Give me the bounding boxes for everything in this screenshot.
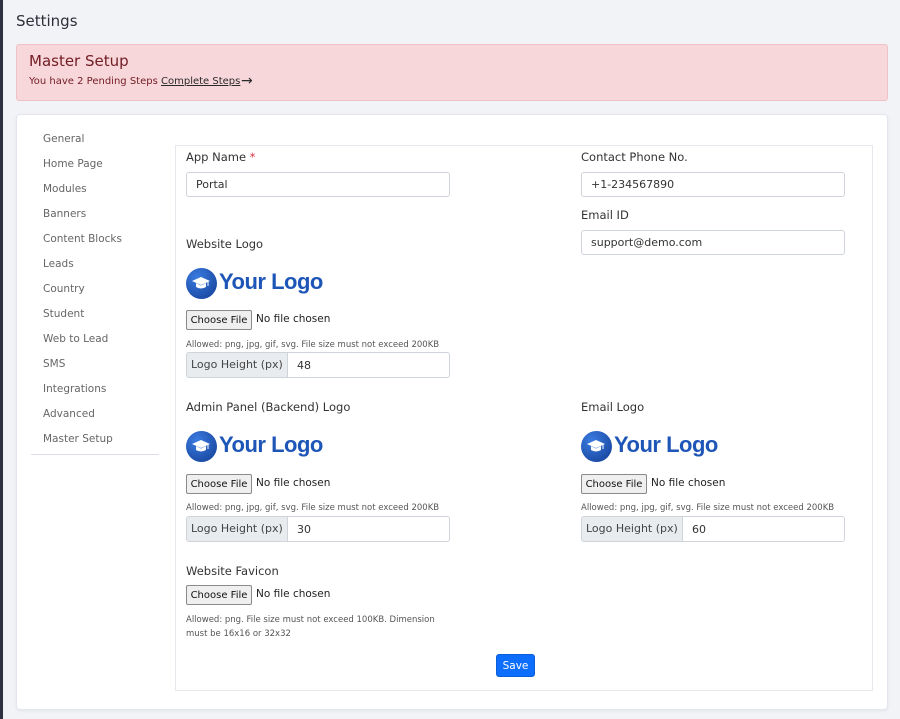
nav-item-home-page[interactable]: Home Page (31, 154, 159, 179)
required-mark: * (249, 150, 256, 164)
nav-item-leads[interactable]: Leads (31, 254, 159, 279)
file-status: No file chosen (651, 477, 726, 489)
alert-title: Master Setup (29, 52, 129, 70)
email-logo-height-input[interactable] (682, 516, 845, 542)
logo-height-addon: Logo Height (px) (186, 516, 287, 542)
favicon-help-line-1: Allowed: png. File size must not exceed … (186, 615, 435, 625)
graduation-cap-icon (186, 268, 217, 299)
graduation-cap-icon (186, 431, 217, 462)
contact-phone-input[interactable] (581, 172, 845, 197)
website-logo-image: Your Logo (186, 266, 326, 300)
file-status: No file chosen (256, 313, 331, 325)
nav-item-content-blocks[interactable]: Content Blocks (31, 229, 159, 254)
left-rail (0, 0, 3, 719)
favicon-help-line-2: must be 16x16 or 32x32 (186, 629, 291, 639)
settings-nav: General Home Page Modules Banners Conten… (31, 129, 159, 455)
nav-item-country[interactable]: Country (31, 279, 159, 304)
nav-item-sms[interactable]: SMS (31, 354, 159, 379)
nav-item-banners[interactable]: Banners (31, 204, 159, 229)
choose-file-button[interactable]: Choose File (186, 585, 252, 605)
admin-logo-label: Admin Panel (Backend) Logo (186, 400, 351, 414)
admin-logo-height-group: Logo Height (px) (186, 516, 450, 542)
app-name-label: App Name * (186, 150, 255, 164)
choose-file-button[interactable]: Choose File (186, 474, 252, 494)
save-button[interactable]: Save (496, 654, 535, 677)
complete-steps-link[interactable]: Complete Steps (161, 76, 240, 87)
logo-text: Your Logo (219, 432, 323, 457)
nav-item-web-to-lead[interactable]: Web to Lead (31, 329, 159, 354)
logo-text: Your Logo (219, 269, 323, 294)
graduation-cap-icon (581, 431, 612, 462)
email-id-label: Email ID (581, 208, 629, 222)
admin-logo-image: Your Logo (186, 429, 326, 463)
choose-file-button[interactable]: Choose File (581, 474, 647, 494)
file-status: No file chosen (256, 477, 331, 489)
logo-height-addon: Logo Height (px) (186, 352, 287, 378)
arrow-right-icon[interactable]: → (241, 73, 253, 89)
alert-text: You have 2 Pending Steps (29, 76, 158, 87)
logo-text: Your Logo (614, 432, 718, 457)
nav-item-master-setup[interactable]: Master Setup (31, 429, 159, 454)
file-status: No file chosen (256, 588, 331, 600)
nav-item-general[interactable]: General (31, 129, 159, 154)
logo-height-addon: Logo Height (px) (581, 516, 682, 542)
nav-item-integrations[interactable]: Integrations (31, 379, 159, 404)
website-logo-label: Website Logo (186, 237, 264, 251)
choose-file-button[interactable]: Choose File (186, 310, 252, 330)
settings-card: General Home Page Modules Banners Conten… (16, 114, 888, 710)
nav-item-modules[interactable]: Modules (31, 179, 159, 204)
website-logo-height-group: Logo Height (px) (186, 352, 450, 378)
page-title: Settings (16, 12, 78, 30)
admin-logo-help: Allowed: png, jpg, gif, svg. File size m… (186, 503, 440, 513)
email-logo-label: Email Logo (581, 400, 645, 414)
email-id-input[interactable] (581, 230, 845, 255)
app-name-label-text: App Name (186, 150, 247, 164)
email-logo-help: Allowed: png, jpg, gif, svg. File size m… (581, 503, 835, 513)
app-name-input[interactable] (186, 172, 450, 197)
contact-phone-label: Contact Phone No. (581, 150, 688, 164)
nav-item-student[interactable]: Student (31, 304, 159, 329)
nav-item-advanced[interactable]: Advanced (31, 404, 159, 429)
settings-form-panel: App Name * Contact Phone No. Email ID We… (175, 145, 873, 691)
email-logo-height-group: Logo Height (px) (581, 516, 845, 542)
master-setup-alert: Master Setup You have 2 Pending Steps Co… (16, 44, 888, 101)
email-logo-image: Your Logo (581, 429, 721, 463)
admin-logo-height-input[interactable] (287, 516, 450, 542)
website-logo-help: Allowed: png, jpg, gif, svg. File size m… (186, 340, 440, 350)
favicon-label: Website Favicon (186, 564, 279, 578)
website-logo-height-input[interactable] (287, 352, 450, 378)
